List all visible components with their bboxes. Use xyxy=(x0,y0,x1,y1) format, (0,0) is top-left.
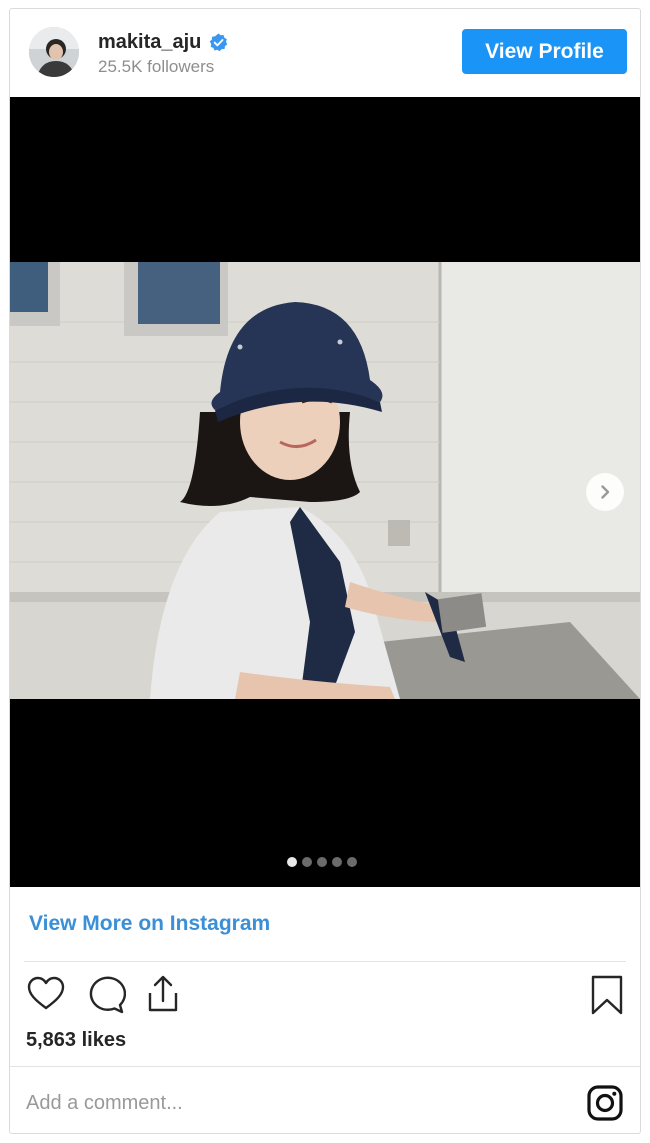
carousel-dot[interactable] xyxy=(347,857,357,867)
like-count: 5,863 likes xyxy=(26,1029,127,1051)
view-profile-button[interactable]: View Profile xyxy=(462,29,627,74)
heart-icon[interactable] xyxy=(25,973,67,1015)
instagram-embed-card: makita_aju 25.5K followers View Profile xyxy=(9,8,641,1134)
avatar[interactable] xyxy=(29,27,79,77)
action-bar xyxy=(10,971,640,1021)
share-icon[interactable] xyxy=(142,973,184,1015)
post-header: makita_aju 25.5K followers View Profile xyxy=(10,9,640,97)
divider xyxy=(24,961,626,962)
verified-badge-icon xyxy=(210,33,228,52)
username-row: makita_aju xyxy=(98,31,228,54)
instagram-icon[interactable] xyxy=(586,1084,624,1122)
comment-icon[interactable] xyxy=(84,973,126,1015)
avatar-image xyxy=(29,27,79,77)
comment-input[interactable] xyxy=(26,1086,546,1120)
post-photo xyxy=(10,262,640,699)
carousel-dot[interactable] xyxy=(302,857,312,867)
carousel-dot[interactable] xyxy=(317,857,327,867)
chevron-right-icon xyxy=(601,485,610,499)
bookmark-icon[interactable] xyxy=(586,973,628,1015)
post-photo-illustration xyxy=(10,262,640,699)
carousel-dot[interactable] xyxy=(332,857,342,867)
next-slide-button[interactable] xyxy=(586,473,624,511)
view-more-link[interactable]: View More on Instagram xyxy=(29,912,270,936)
follower-count: 25.5K followers xyxy=(98,57,215,76)
carousel-indicators xyxy=(287,857,357,867)
carousel-dot-active[interactable] xyxy=(287,857,297,867)
media-carousel[interactable] xyxy=(10,97,640,887)
username[interactable]: makita_aju xyxy=(98,31,201,54)
divider xyxy=(10,1066,640,1067)
